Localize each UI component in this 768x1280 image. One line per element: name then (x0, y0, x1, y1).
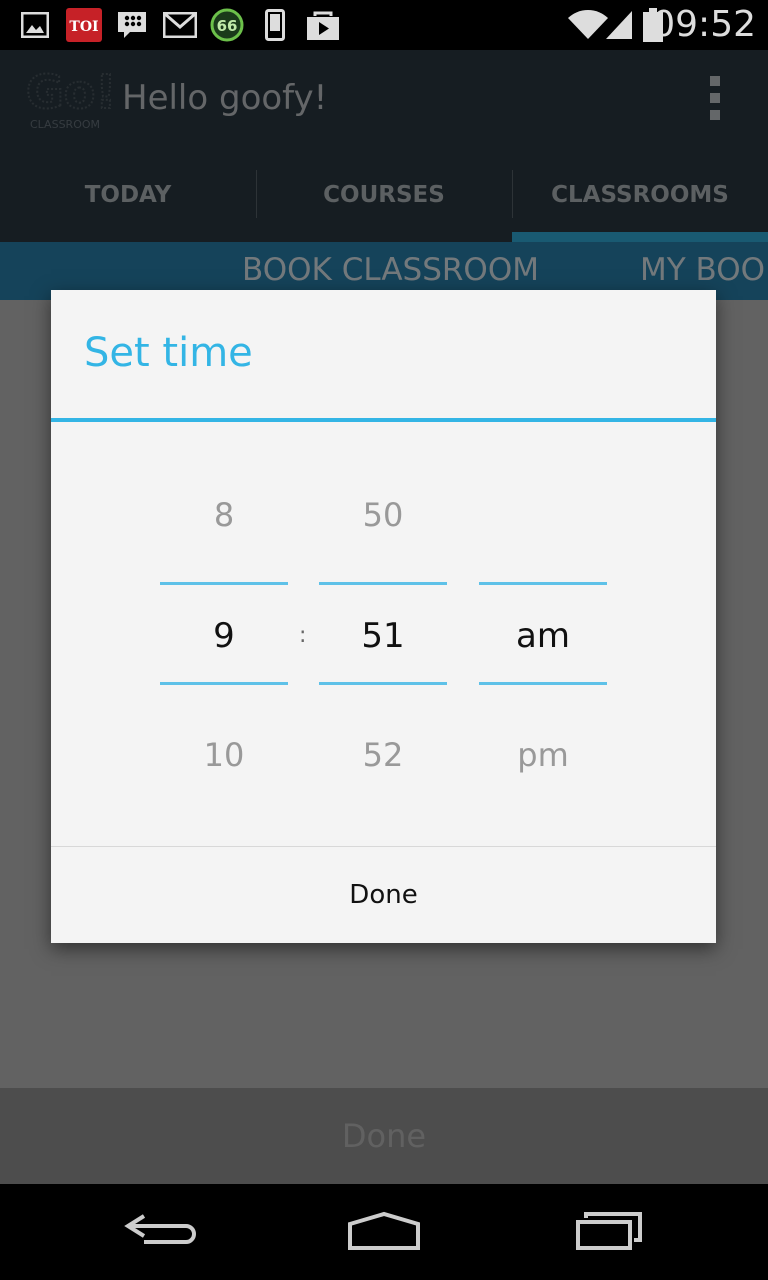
minute-selected[interactable]: 51 (319, 616, 447, 656)
minute-picker[interactable]: 50 51 52 (319, 290, 447, 846)
time-separator: : (299, 623, 307, 648)
signal-icon (604, 8, 634, 42)
picker-divider (160, 682, 288, 685)
hour-selected[interactable]: 9 (160, 616, 288, 656)
svg-text:TOI: TOI (69, 19, 98, 35)
picker-divider (160, 582, 288, 585)
gallery-icon (20, 8, 50, 42)
bbm-icon (116, 8, 148, 42)
picker-divider (479, 682, 607, 685)
status-bar: TOI 66 09:52 (0, 0, 768, 50)
minute-prev[interactable]: 50 (319, 496, 447, 534)
home-icon[interactable] (340, 1206, 430, 1256)
hour-prev[interactable]: 8 (160, 496, 288, 534)
dialog-done-button[interactable]: Done (51, 847, 716, 943)
back-icon[interactable] (116, 1206, 206, 1256)
recent-apps-icon[interactable] (566, 1206, 656, 1256)
wifi-icon (568, 8, 608, 42)
counter-66-icon: 66 (208, 8, 246, 42)
svg-text:66: 66 (217, 17, 238, 35)
set-time-dialog: Set time 8 9 10 : 50 51 52 am pm Done (51, 290, 716, 943)
ampm-selected[interactable]: am (479, 616, 607, 656)
status-time: 09:52 (652, 4, 756, 45)
play-store-icon (306, 8, 340, 42)
minute-next[interactable]: 52 (319, 736, 447, 774)
gmail-icon (162, 8, 198, 42)
toi-app-icon: TOI (66, 8, 102, 42)
picker-divider (319, 682, 447, 685)
ampm-next[interactable]: pm (479, 736, 607, 774)
phone-icon (264, 8, 286, 42)
ampm-picker[interactable]: am pm (479, 290, 607, 846)
picker-divider (319, 582, 447, 585)
picker-divider (479, 582, 607, 585)
hour-picker[interactable]: 8 9 10 (160, 290, 288, 846)
navigation-bar (0, 1184, 768, 1280)
hour-next[interactable]: 10 (160, 736, 288, 774)
